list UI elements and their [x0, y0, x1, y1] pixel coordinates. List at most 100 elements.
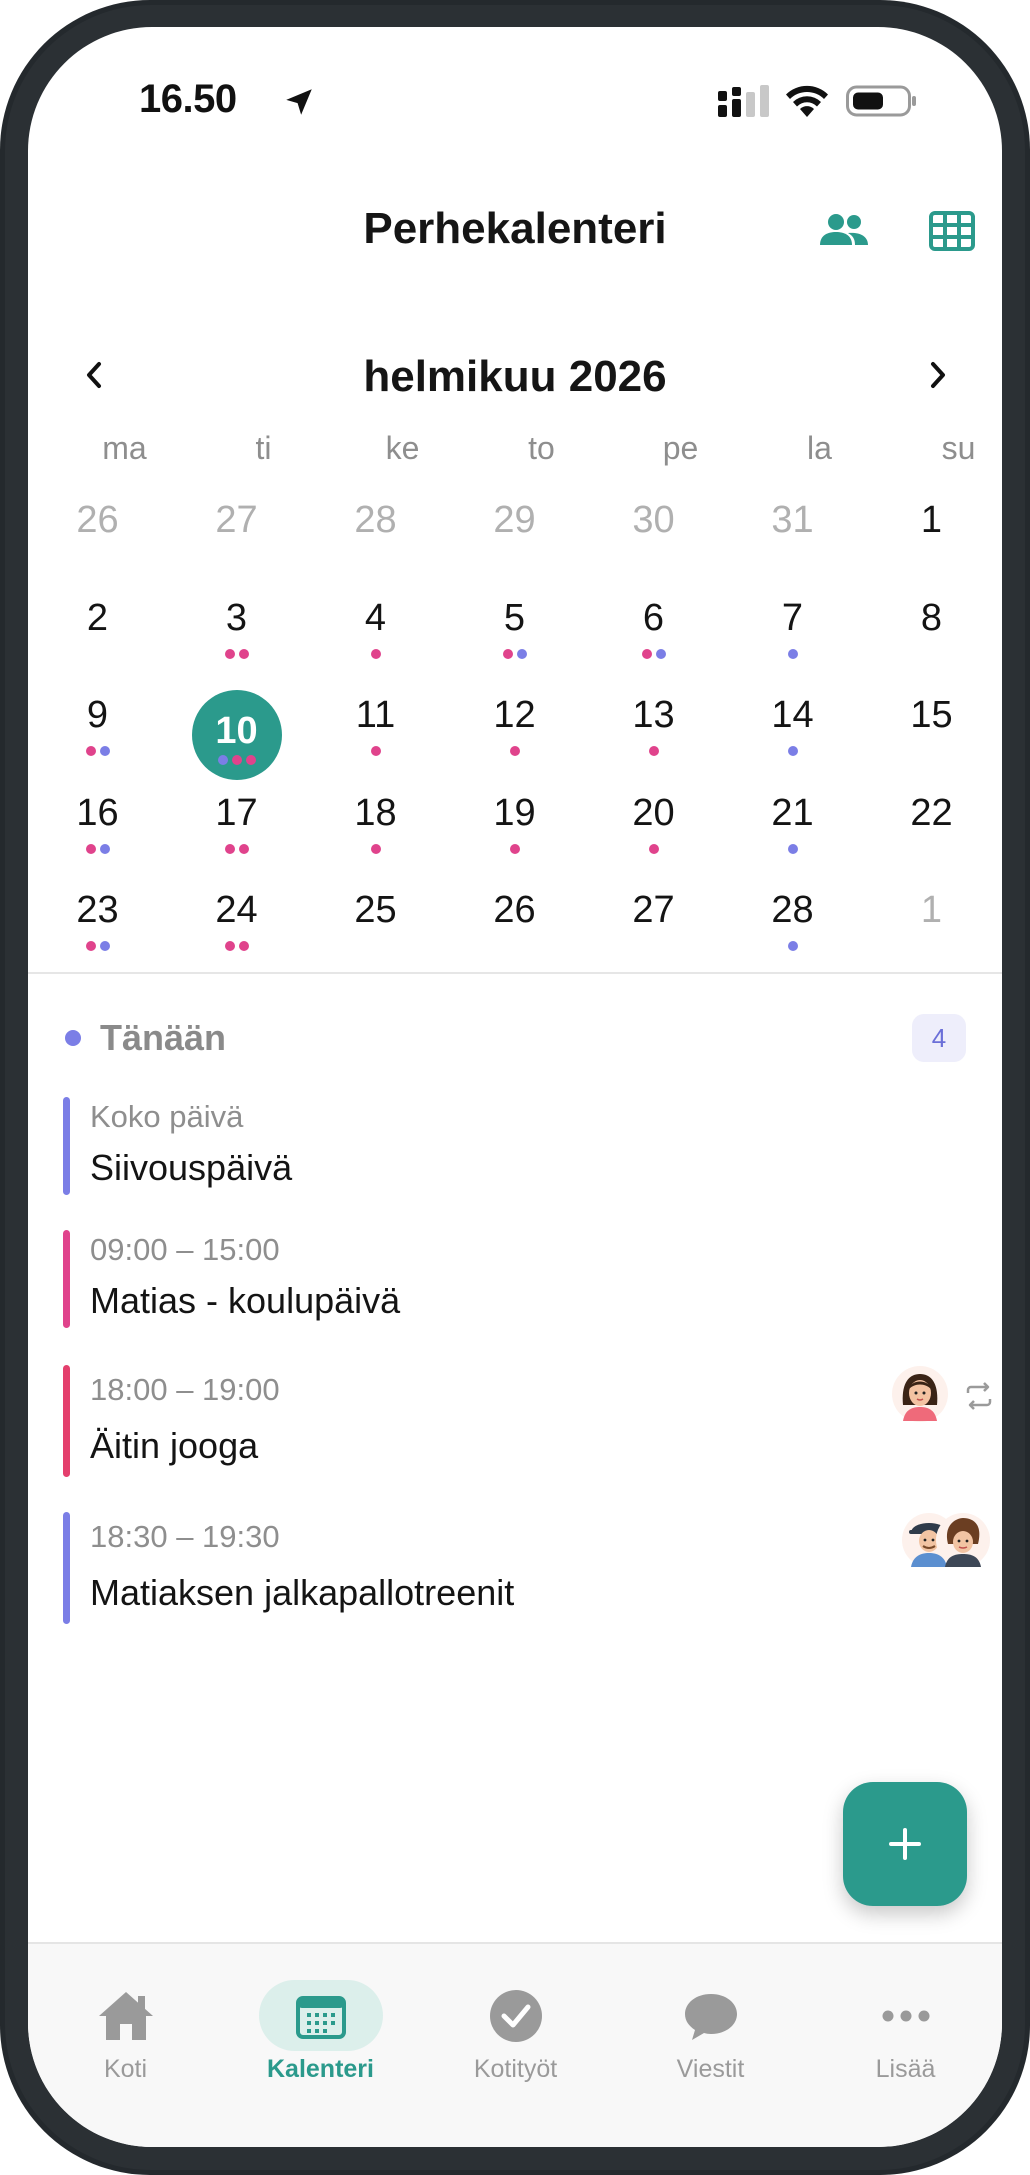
today-indicator-dot	[65, 1030, 81, 1046]
calendar-day[interactable]: 1	[862, 487, 1001, 585]
check-circle-icon	[489, 1989, 542, 2042]
event-dot	[99, 746, 110, 756]
tab-chores[interactable]: Kotityöt	[418, 1944, 613, 2084]
event-dot	[370, 648, 381, 659]
calendar-day[interactable]: 24	[167, 877, 306, 975]
family-members-button[interactable]	[816, 203, 872, 259]
section-divider	[28, 972, 1002, 974]
event-dot	[787, 746, 798, 756]
next-month-button[interactable]	[908, 345, 968, 405]
tab-messages[interactable]: Viestit	[613, 1944, 808, 2084]
calendar-day[interactable]: 13	[584, 682, 723, 780]
calendar-day[interactable]: 7	[723, 585, 862, 683]
calendar-day[interactable]: 31	[723, 487, 862, 585]
event-item[interactable]: 18:00 – 19:00 Äitin jooga	[63, 1365, 992, 1479]
event-item[interactable]: 18:30 – 19:30 Matiaksen jalkapallotreeni…	[63, 1512, 990, 1626]
calendar-day[interactable]: 29	[445, 487, 584, 585]
repeat-icon	[966, 1382, 992, 1410]
calendar-day[interactable]: 19	[445, 780, 584, 878]
event-dots	[648, 843, 659, 854]
add-event-button[interactable]	[843, 1782, 967, 1906]
day-number: 29	[493, 499, 536, 541]
calendar-day[interactable]: 25	[306, 877, 445, 975]
calendar-day[interactable]: 5	[445, 585, 584, 683]
day-number: 15	[910, 694, 953, 736]
tab-home[interactable]: Koti	[28, 1944, 223, 2084]
event-count-badge: 4	[912, 1014, 966, 1062]
event-time: 18:30 – 19:30	[90, 1519, 280, 1554]
event-dot	[99, 843, 110, 854]
weekday-label: la	[807, 430, 832, 466]
calendar-day-today[interactable]: 10	[167, 682, 306, 780]
event-dot	[370, 746, 381, 756]
tab-calendar[interactable]: Kalenteri	[223, 1944, 418, 2084]
calendar-day[interactable]: 28	[723, 877, 862, 975]
event-dots	[787, 648, 798, 659]
calendar-day[interactable]: 11	[306, 682, 445, 780]
event-dots	[370, 843, 381, 854]
calendar-day[interactable]: 8	[862, 585, 1001, 683]
weekday-header: ma ti ke to pe la su	[28, 430, 1002, 490]
event-time: Koko päivä	[90, 1099, 244, 1134]
weekday-label: to	[528, 430, 555, 466]
event-dot	[648, 843, 659, 854]
event-dots	[85, 746, 110, 756]
calendar-day[interactable]: 6	[584, 585, 723, 683]
day-number: 4	[364, 596, 387, 639]
event-color-bar	[63, 1097, 70, 1195]
event-dot	[370, 843, 381, 854]
home-icon	[98, 1991, 153, 2040]
event-dot	[648, 746, 659, 756]
calendar-day[interactable]: 20	[584, 780, 723, 878]
day-number: 31	[771, 499, 814, 541]
event-dot	[224, 843, 235, 854]
event-item[interactable]: 09:00 – 15:00 Matias - koulupäivä	[63, 1230, 983, 1330]
event-title: Matias - koulupäivä	[90, 1280, 401, 1321]
calendar-day[interactable]: 27	[167, 487, 306, 585]
calendar-day[interactable]: 30	[584, 487, 723, 585]
event-title: Siivouspäivä	[90, 1147, 293, 1188]
event-dot	[655, 648, 666, 659]
calendar-day[interactable]: 1	[862, 877, 1001, 975]
calendar-day[interactable]: 26	[28, 487, 167, 585]
more-icon	[882, 2010, 929, 2021]
event-dots	[224, 941, 249, 951]
location-arrow-icon	[286, 89, 312, 115]
event-dot	[509, 746, 520, 756]
calendar-day[interactable]: 18	[306, 780, 445, 878]
event-color-bar	[63, 1230, 70, 1328]
tab-label: Kalenteri	[267, 2055, 374, 2083]
event-dots	[787, 746, 798, 756]
event-dot	[245, 755, 256, 765]
calendar-day[interactable]: 4	[306, 585, 445, 683]
calendar-day[interactable]: 22	[862, 780, 1001, 878]
event-dot	[85, 941, 96, 951]
tab-icon-wrap	[258, 1980, 383, 2051]
event-item[interactable]: Koko päivä Siivouspäivä	[63, 1097, 983, 1197]
tab-label: Lisää	[875, 2055, 936, 2083]
calendar-day[interactable]: 15	[862, 682, 1001, 780]
event-title: Matiaksen jalkapallotreenit	[90, 1572, 515, 1613]
mother-avatar	[892, 1366, 948, 1422]
calendar-day[interactable]: 26	[445, 877, 584, 975]
event-dots	[787, 843, 798, 854]
calendar-day[interactable]: 9	[28, 682, 167, 780]
calendar-day[interactable]: 28	[306, 487, 445, 585]
calendar-day[interactable]: 27	[584, 877, 723, 975]
chevron-right-icon	[931, 362, 945, 388]
calendar-day[interactable]: 16	[28, 780, 167, 878]
calendar-day[interactable]: 3	[167, 585, 306, 683]
tab-more[interactable]: Lisää	[808, 1944, 1002, 2084]
calendar-day[interactable]: 12	[445, 682, 584, 780]
calendar-day[interactable]: 14	[723, 682, 862, 780]
grid-view-button[interactable]	[924, 203, 980, 259]
event-participants	[901, 1512, 991, 1572]
calendar-day[interactable]: 23	[28, 877, 167, 975]
day-number: 17	[215, 791, 258, 834]
day-number: 22	[910, 791, 953, 834]
calendar-day[interactable]: 2	[28, 585, 167, 683]
calendar-day[interactable]: 21	[723, 780, 862, 878]
calendar-day[interactable]: 17	[167, 780, 306, 878]
plus-icon	[889, 1828, 921, 1860]
tab-label: Kotityöt	[473, 2055, 558, 2083]
